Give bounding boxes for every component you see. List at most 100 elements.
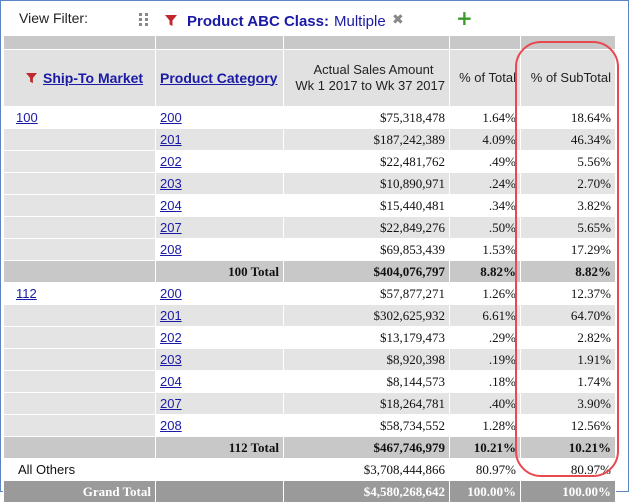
- market-cell: 112: [3, 282, 156, 305]
- category-link[interactable]: 203: [160, 176, 182, 191]
- sales-amount-cell: $69,853,439: [283, 238, 450, 261]
- all-others-row: All Others $3,708,444,866 80.97% 80.97%: [3, 458, 616, 481]
- pct-subtotal-cell: 17.29%: [520, 238, 616, 261]
- view-filter-bar: View Filter: Product ABC Class: Multiple…: [2, 2, 628, 36]
- pct-total-cell: .40%: [449, 392, 521, 415]
- subtotal-blank-cell: [3, 260, 156, 283]
- pct-total-header-label: % of Total: [459, 70, 516, 85]
- subtotal-pct-subtotal: 8.82%: [520, 260, 616, 283]
- all-others-category-blank: [155, 458, 284, 481]
- category-link[interactable]: 200: [160, 286, 182, 301]
- sales-amount-cell: $302,625,932: [283, 304, 450, 327]
- header-product-category[interactable]: Product Category: [155, 49, 284, 107]
- all-others-sales: $3,708,444,866: [283, 458, 450, 481]
- filter-funnel-icon: [165, 15, 177, 26]
- table-row: 204 $15,440,481.34% 3.82%: [3, 194, 616, 217]
- header-pct-total: % of Total: [449, 49, 521, 107]
- table-top-strip: [3, 35, 616, 50]
- subtotal-pct-total: 8.82%: [449, 260, 521, 283]
- pct-subtotal-cell: 46.34%: [520, 128, 616, 151]
- market-link[interactable]: 100: [16, 110, 38, 125]
- market-cell: [3, 194, 156, 217]
- subtotal-row: 112 Total $467,746,979 10.21% 10.21%: [3, 436, 616, 459]
- filter-value[interactable]: Multiple: [334, 13, 386, 30]
- category-link[interactable]: 207: [160, 396, 182, 411]
- view-filter-label: View Filter:: [19, 10, 88, 26]
- sales-amount-cell: $15,440,481: [283, 194, 450, 217]
- subtotal-blank-cell: [3, 436, 156, 459]
- category-link[interactable]: 201: [160, 132, 182, 147]
- pct-subtotal-cell: 3.90%: [520, 392, 616, 415]
- pct-subtotal-cell: 12.56%: [520, 414, 616, 437]
- subtotal-label: 112 Total: [155, 436, 284, 459]
- category-link[interactable]: 204: [160, 198, 182, 213]
- drag-handle-icon[interactable]: [139, 13, 149, 27]
- sales-amount-cell: $187,242,389: [283, 128, 450, 151]
- header-ship-to-market[interactable]: Ship-To Market: [3, 49, 156, 107]
- product-category-link[interactable]: Product Category: [160, 70, 277, 86]
- category-cell: 208: [155, 238, 284, 261]
- market-cell: [3, 172, 156, 195]
- table-row: 208 $58,734,552 1.28% 12.56%: [3, 414, 616, 437]
- category-cell: 208: [155, 414, 284, 437]
- sales-amount-cell: $75,318,478: [283, 106, 450, 129]
- pct-total-cell: .18%: [449, 370, 521, 393]
- category-link[interactable]: 203: [160, 352, 182, 367]
- market-cell: 100: [3, 106, 156, 129]
- pct-subtotal-cell: 1.91%: [520, 348, 616, 371]
- filter-funnel-icon: [26, 72, 37, 83]
- category-link[interactable]: 208: [160, 242, 182, 257]
- add-filter-icon[interactable]: +: [456, 6, 473, 30]
- market-cell: [3, 238, 156, 261]
- category-link[interactable]: 202: [160, 330, 182, 345]
- pct-total-cell: 4.09%: [449, 128, 521, 151]
- market-cell: [3, 414, 156, 437]
- sales-amount-cell: $8,144,573: [283, 370, 450, 393]
- table-header: Ship-To Market Product Category Actual S…: [3, 49, 616, 107]
- subtotal-pct-total: 10.21%: [449, 436, 521, 459]
- pct-total-cell: .24%: [449, 172, 521, 195]
- table-row: 202 $22,481,762.49% 5.56%: [3, 150, 616, 173]
- ship-to-market-link[interactable]: Ship-To Market: [43, 70, 143, 86]
- category-link[interactable]: 200: [160, 110, 182, 125]
- category-link[interactable]: 204: [160, 374, 182, 389]
- remove-filter-icon[interactable]: ✖: [392, 12, 404, 28]
- table-row: 201 $187,242,389 4.09% 46.34%: [3, 128, 616, 151]
- category-link[interactable]: 207: [160, 220, 182, 235]
- category-cell: 204: [155, 194, 284, 217]
- category-link[interactable]: 202: [160, 154, 182, 169]
- category-cell: 207: [155, 392, 284, 415]
- category-cell: 201: [155, 304, 284, 327]
- header-sales-amount: Actual Sales Amount Wk 1 2017 to Wk 37 2…: [283, 49, 450, 107]
- category-cell: 200: [155, 282, 284, 305]
- sales-amount-cell: $8,920,398: [283, 348, 450, 371]
- market-link[interactable]: 112: [16, 286, 37, 301]
- market-cell: [3, 304, 156, 327]
- pct-subtotal-cell: 3.82%: [520, 194, 616, 217]
- pct-subtotal-cell: 18.64%: [520, 106, 616, 129]
- category-link[interactable]: 201: [160, 308, 182, 323]
- pct-subtotal-cell: 12.37%: [520, 282, 616, 305]
- all-others-pct-total: 80.97%: [449, 458, 521, 481]
- category-cell: 202: [155, 150, 284, 173]
- filter-name[interactable]: Product ABC Class:: [187, 13, 329, 30]
- all-others-label: All Others: [3, 458, 156, 481]
- market-cell: [3, 348, 156, 371]
- pct-subtotal-cell: 64.70%: [520, 304, 616, 327]
- pct-subtotal-cell: 5.56%: [520, 150, 616, 173]
- table-row: 204 $8,144,573.18% 1.74%: [3, 370, 616, 393]
- pct-total-cell: .49%: [449, 150, 521, 173]
- category-cell: 200: [155, 106, 284, 129]
- category-link[interactable]: 208: [160, 418, 182, 433]
- table-row: 201 $302,625,932 6.61% 64.70%: [3, 304, 616, 327]
- pct-subtotal-header-label: % of SubTotal: [530, 70, 611, 85]
- table-row: 112 200 $57,877,271 1.26% 12.37%: [3, 282, 616, 305]
- pct-total-cell: 1.53%: [449, 238, 521, 261]
- subtotal-label: 100 Total: [155, 260, 284, 283]
- table-row: 208 $69,853,439 1.53% 17.29%: [3, 238, 616, 261]
- table-row: 207 $22,849,276.50% 5.65%: [3, 216, 616, 239]
- market-cell: [3, 150, 156, 173]
- pct-total-cell: .29%: [449, 326, 521, 349]
- sales-amount-cell: $10,890,971: [283, 172, 450, 195]
- pct-subtotal-cell: 5.65%: [520, 216, 616, 239]
